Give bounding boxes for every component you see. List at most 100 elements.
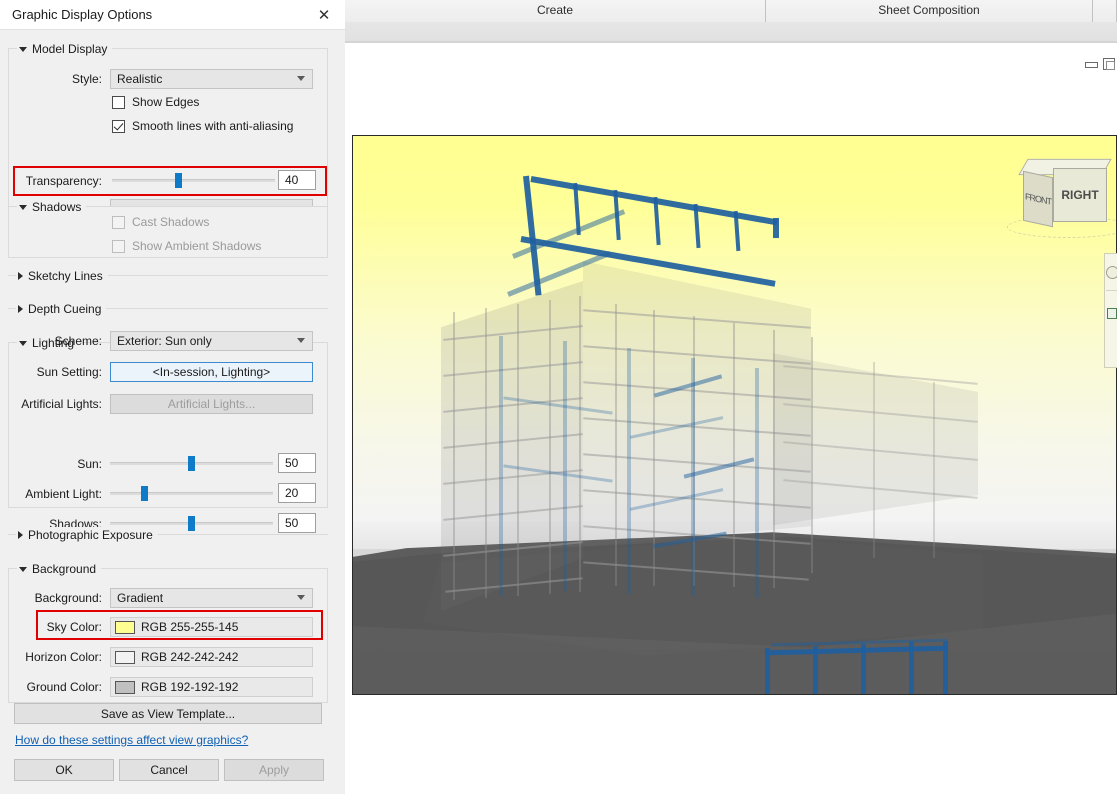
ambient-shadows-checkbox[interactable] — [112, 239, 125, 253]
expand-triangle-icon[interactable] — [18, 531, 23, 539]
background-dropdown[interactable]: Gradient — [110, 588, 313, 608]
ambient-light-slider-track — [110, 492, 273, 495]
cast-shadows-checkbox[interactable] — [112, 215, 125, 229]
ribbon-tab-bar: Create Sheet Composition — [345, 0, 1117, 22]
sun-value-field[interactable]: 50 — [278, 453, 316, 473]
background-header[interactable]: Background — [17, 561, 102, 577]
ambient-light-slider[interactable] — [110, 485, 273, 501]
cancel-button[interactable]: Cancel — [119, 759, 219, 781]
dialog-body: Model Display Style: Realistic Show Edge… — [0, 30, 345, 794]
show-edges-checkbox[interactable] — [112, 95, 125, 109]
style-label: Style: — [71, 72, 102, 86]
transparency-slider-thumb[interactable] — [175, 173, 182, 188]
sun-setting-label: Sun Setting: — [36, 365, 102, 379]
collapse-triangle-icon[interactable] — [19, 204, 27, 210]
ribbon-panel-strip — [345, 22, 1117, 43]
model-display-header-label: Model Display — [32, 42, 108, 56]
minimize-icon[interactable] — [1085, 62, 1098, 68]
smooth-lines-label: Smooth lines with anti-aliasing — [132, 119, 294, 133]
style-dropdown[interactable]: Realistic — [110, 69, 313, 89]
show-edges-label: Show Edges — [132, 95, 200, 109]
help-link[interactable]: How do these settings affect view graphi… — [15, 733, 248, 747]
collapse-triangle-icon[interactable] — [19, 46, 27, 52]
view-cube[interactable]: FRONT RIGHT — [1007, 150, 1116, 242]
horizon-color-label: Horizon Color: — [25, 650, 102, 664]
ambient-light-label: Ambient Light: — [25, 487, 102, 501]
shadows-header-label: Shadows — [32, 200, 82, 214]
scheme-dropdown[interactable]: Exterior: Sun only — [110, 331, 313, 351]
sky-color-swatch[interactable] — [115, 620, 135, 634]
ribbon-tab-sheet-composition[interactable]: Sheet Composition — [766, 0, 1093, 22]
sun-slider-thumb[interactable] — [188, 456, 195, 471]
building-model — [353, 136, 1116, 694]
collapse-triangle-icon[interactable] — [19, 566, 27, 572]
photographic-exposure-header-label: Photographic Exposure — [28, 528, 153, 542]
graphic-display-options-dialog: Graphic Display Options ✕ Model Display … — [0, 0, 345, 794]
ribbon-tab-create[interactable]: Create — [345, 0, 766, 22]
cast-shadows-label: Cast Shadows — [132, 215, 210, 229]
background-value: Gradient — [117, 591, 164, 605]
ground-color-value: RGB 192-192-192 — [141, 680, 239, 694]
chevron-down-icon — [297, 338, 305, 343]
smooth-lines-row[interactable]: Smooth lines with anti-aliasing — [112, 119, 293, 133]
ambient-light-slider-thumb[interactable] — [141, 486, 148, 501]
ribbon-tab-overflow[interactable] — [1093, 0, 1117, 22]
apply-button[interactable]: Apply — [224, 759, 324, 781]
steering-wheel-icon[interactable] — [1106, 266, 1117, 279]
shadows-value-field[interactable]: 50 — [278, 513, 316, 533]
ok-button[interactable]: OK — [14, 759, 114, 781]
sky-color-value: RGB 255-255-145 — [141, 620, 239, 634]
ambient-light-value-field[interactable]: 20 — [278, 483, 316, 503]
transparency-slider-track — [112, 179, 275, 182]
expand-triangle-icon[interactable] — [18, 305, 23, 313]
three-d-viewport[interactable]: FRONT RIGHT — [352, 135, 1117, 695]
transparency-slider[interactable] — [112, 172, 275, 188]
horizon-color-swatch[interactable] — [115, 650, 135, 664]
ambient-shadows-label: Show Ambient Shadows — [132, 239, 262, 253]
photographic-exposure-header[interactable]: Photographic Exposure — [16, 527, 158, 543]
artificial-lights-button[interactable]: Artificial Lights... — [110, 394, 313, 414]
photographic-exposure-group: Photographic Exposure — [8, 527, 328, 550]
sun-slider[interactable] — [110, 455, 273, 471]
navigation-divider — [1106, 290, 1117, 291]
window-controls — [1085, 57, 1115, 71]
shadows-header[interactable]: Shadows — [17, 199, 87, 215]
sky-color-field[interactable]: RGB 255-255-145 — [110, 617, 313, 637]
expand-triangle-icon[interactable] — [18, 272, 23, 280]
restore-icon[interactable] — [1103, 58, 1115, 70]
smooth-lines-checkbox[interactable] — [112, 119, 125, 133]
sun-label: Sun: — [77, 457, 102, 471]
ground-color-swatch[interactable] — [115, 680, 135, 694]
ambient-shadows-row[interactable]: Show Ambient Shadows — [112, 239, 261, 253]
chevron-down-icon — [297, 76, 305, 81]
background-label: Background: — [34, 591, 102, 605]
depth-cueing-header[interactable]: Depth Cueing — [16, 301, 107, 317]
navigation-bar[interactable] — [1104, 253, 1117, 368]
sketchy-lines-header[interactable]: Sketchy Lines — [16, 268, 108, 284]
transparency-value-field[interactable]: 40 — [278, 170, 316, 190]
depth-cueing-header-label: Depth Cueing — [28, 302, 102, 316]
model-display-header[interactable]: Model Display — [17, 41, 113, 57]
cast-shadows-row[interactable]: Cast Shadows — [112, 215, 209, 229]
scheme-label: Scheme: — [54, 334, 102, 348]
zoom-tool-icon[interactable] — [1107, 308, 1117, 319]
sketchy-lines-header-label: Sketchy Lines — [28, 269, 103, 283]
view-cube-front-face[interactable]: FRONT — [1023, 170, 1053, 228]
style-value: Realistic — [117, 72, 163, 86]
background-header-label: Background — [32, 562, 97, 576]
save-as-view-template-button[interactable]: Save as View Template... — [14, 703, 322, 724]
horizon-color-field[interactable]: RGB 242-242-242 — [110, 647, 313, 667]
scheme-value: Exterior: Sun only — [117, 334, 212, 348]
shadows-slider-thumb[interactable] — [188, 516, 195, 531]
ground-color-label: Ground Color: — [26, 680, 102, 694]
sketchy-lines-group: Sketchy Lines — [8, 268, 328, 291]
show-edges-row[interactable]: Show Edges — [112, 95, 199, 109]
sky-color-label: Sky Color: — [46, 620, 102, 634]
dialog-title-bar: Graphic Display Options ✕ — [0, 0, 345, 30]
horizon-color-value: RGB 242-242-242 — [141, 650, 239, 664]
view-cube-right-face[interactable]: RIGHT — [1053, 168, 1107, 222]
depth-cueing-group: Depth Cueing — [8, 301, 328, 324]
close-icon[interactable]: ✕ — [313, 5, 335, 25]
sun-setting-button[interactable]: <In-session, Lighting> — [110, 362, 313, 382]
ground-color-field[interactable]: RGB 192-192-192 — [110, 677, 313, 697]
